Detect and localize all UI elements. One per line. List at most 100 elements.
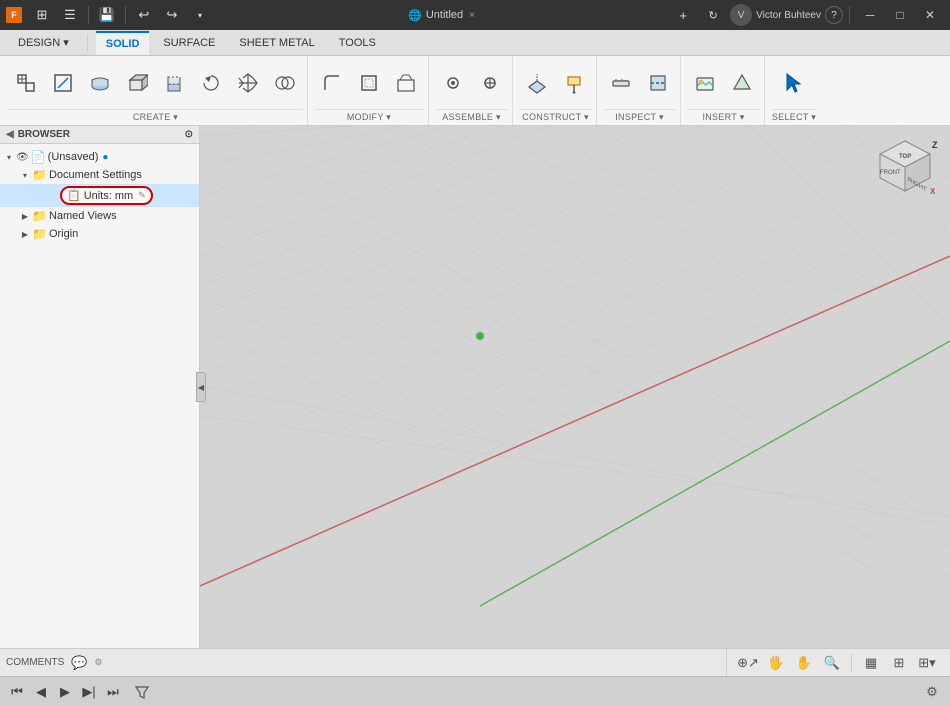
comment-add-button[interactable]: 💬 (68, 652, 90, 674)
doc-settings-label: Document Settings (49, 169, 142, 181)
go-to-end-button[interactable]: ⏭ (102, 681, 124, 703)
previous-button[interactable]: ◀ (30, 681, 52, 703)
playback-controls: ⏮ ◀ ▶ ▶| ⏭ (6, 680, 154, 704)
next-button[interactable]: ▶| (78, 681, 100, 703)
design-dropdown[interactable]: DESIGN ▾ (8, 31, 79, 55)
status-tools: ⊕↗ 🖐 ✋ 🔍 ▦ ⊞ ⊞▾ (731, 652, 944, 674)
folder-icon-views: 📁 (32, 209, 47, 223)
minimize-button[interactable]: ─ (856, 1, 884, 29)
close-button[interactable]: ✕ (916, 1, 944, 29)
view-options-button[interactable]: ⊞▾ (916, 652, 938, 674)
modify-label: MODIFY ▾ (314, 109, 424, 123)
units-label: Units: mm (84, 190, 134, 202)
tree-arrow-root: ▾ (4, 152, 14, 162)
app-logo: F (6, 7, 22, 23)
display-mode-button[interactable]: ▦ (860, 652, 882, 674)
zoom-button[interactable]: 🔍 (821, 652, 843, 674)
tree-item-root[interactable]: ▾ 👁 📄 (Unsaved) ● (0, 148, 199, 166)
construct-group: CONSTRUCT ▾ (515, 56, 597, 125)
username: Victor Buhteev (756, 10, 821, 21)
timeline-filter-button[interactable] (130, 680, 154, 704)
section-analysis-button[interactable] (640, 61, 676, 105)
root-label: (Unsaved) (48, 151, 99, 163)
app-menu-button[interactable]: ☰ (57, 2, 83, 28)
as-built-joint-button[interactable] (472, 61, 508, 105)
ribbon-tabs: DESIGN ▾ SOLID SURFACE SHEET METAL TOOLS (0, 30, 950, 56)
grid-menu-button[interactable]: ⊞ (29, 2, 55, 28)
update-button[interactable]: ↻ (700, 2, 726, 28)
help-button[interactable]: ? (825, 6, 843, 24)
axis-button[interactable] (556, 61, 592, 105)
select-button[interactable] (771, 61, 817, 105)
tree-item-units[interactable]: 📋 Units: mm ✎ (0, 184, 199, 207)
tab-solid[interactable]: SOLID (96, 31, 150, 55)
snap-button[interactable]: ⊕↗ (737, 652, 759, 674)
revolve-button[interactable] (193, 61, 229, 105)
undo-dropdown-button[interactable]: ▾ (187, 2, 213, 28)
select-label: SELECT ▾ (771, 109, 817, 123)
maximize-button[interactable]: □ (886, 1, 914, 29)
browser-collapse-handle[interactable]: ◀ (196, 372, 206, 402)
browser-panel: ◀ BROWSER ⊙ ▾ 👁 📄 (Unsaved) ● ▾ 📁 Docume… (0, 126, 200, 648)
pan-button[interactable]: ✋ (793, 652, 815, 674)
browser-expand-icon[interactable]: ⊙ (185, 129, 193, 140)
view-cube[interactable]: Z TOP RIGHT FRONT X (870, 136, 940, 206)
window-controls: ─ □ ✕ (856, 1, 944, 29)
units-badge[interactable]: 📋 Units: mm ✎ (60, 186, 153, 205)
box-button[interactable] (119, 61, 155, 105)
orbit-button[interactable]: 🖐 (765, 652, 787, 674)
save-button[interactable]: 💾 (94, 2, 120, 28)
user-controls: + ↻ V Victor Buhteev ? (670, 2, 843, 28)
tree-arrow-doc-settings: ▾ (20, 170, 30, 180)
tab-surface[interactable]: SURFACE (153, 31, 225, 55)
origin-label: Origin (49, 228, 78, 240)
svg-text:FRONT: FRONT (880, 170, 901, 176)
create-form-button[interactable] (82, 61, 118, 105)
undo-button[interactable]: ↩ (131, 2, 157, 28)
tree-item-doc-settings[interactable]: ▾ 📁 Document Settings (0, 166, 199, 184)
units-edit-icon[interactable]: ✎ (138, 190, 146, 201)
comment-settings-icon[interactable]: ⚙ (94, 657, 102, 668)
unsaved-indicator: ● (102, 152, 108, 163)
comments-label: COMMENTS (6, 657, 64, 668)
eye-icon: 👁 (16, 152, 29, 163)
plane-button[interactable] (519, 61, 555, 105)
joint-button[interactable] (435, 61, 471, 105)
svg-text:Z: Z (932, 140, 938, 150)
viewport[interactable]: Z TOP RIGHT FRONT X (200, 126, 950, 648)
view-cube-svg: Z TOP RIGHT FRONT X (870, 136, 940, 206)
tab-sheet-metal[interactable]: SHEET METAL (229, 31, 324, 55)
modify-group: MODIFY ▾ (310, 56, 429, 125)
shell-button[interactable] (351, 61, 387, 105)
create-label: CREATE ▾ (8, 109, 303, 123)
browser-collapse-icon[interactable]: ◀ (6, 129, 14, 140)
sketch-button[interactable] (45, 61, 81, 105)
tab-close-button[interactable]: × (469, 10, 475, 21)
construct-label: CONSTRUCT ▾ (519, 109, 592, 123)
browser-title: BROWSER (18, 129, 70, 140)
folder-icon-origin: 📁 (32, 227, 47, 241)
new-component-button[interactable] (8, 61, 44, 105)
tree-item-named-views[interactable]: ▶ 📁 Named Views (0, 207, 199, 225)
grid-button[interactable]: ⊞ (888, 652, 910, 674)
insert-mesh-button[interactable] (724, 61, 760, 105)
grid-background (200, 126, 950, 648)
draft-button[interactable] (388, 61, 424, 105)
user-avatar[interactable]: V (730, 4, 752, 26)
inspect-label: INSPECT ▾ (603, 109, 676, 123)
fillet-button[interactable] (314, 61, 350, 105)
tree-item-origin[interactable]: ▶ 📁 Origin (0, 225, 199, 243)
add-tab-button[interactable]: + (670, 2, 696, 28)
redo-button[interactable]: ↪ (159, 2, 185, 28)
play-button[interactable]: ▶ (54, 681, 76, 703)
tab-tools[interactable]: TOOLS (329, 31, 386, 55)
combine-button[interactable] (267, 61, 303, 105)
extrude-button[interactable] (156, 61, 192, 105)
move-button[interactable] (230, 61, 266, 105)
settings-button[interactable]: ⚙ (920, 680, 944, 704)
assemble-label: ASSEMBLE ▾ (435, 109, 508, 123)
measure-button[interactable] (603, 61, 639, 105)
insert-image-button[interactable] (687, 61, 723, 105)
go-to-start-button[interactable]: ⏮ (6, 681, 28, 703)
quick-access-toolbar: ⊞ ☰ 💾 ↩ ↪ ▾ (29, 2, 213, 28)
